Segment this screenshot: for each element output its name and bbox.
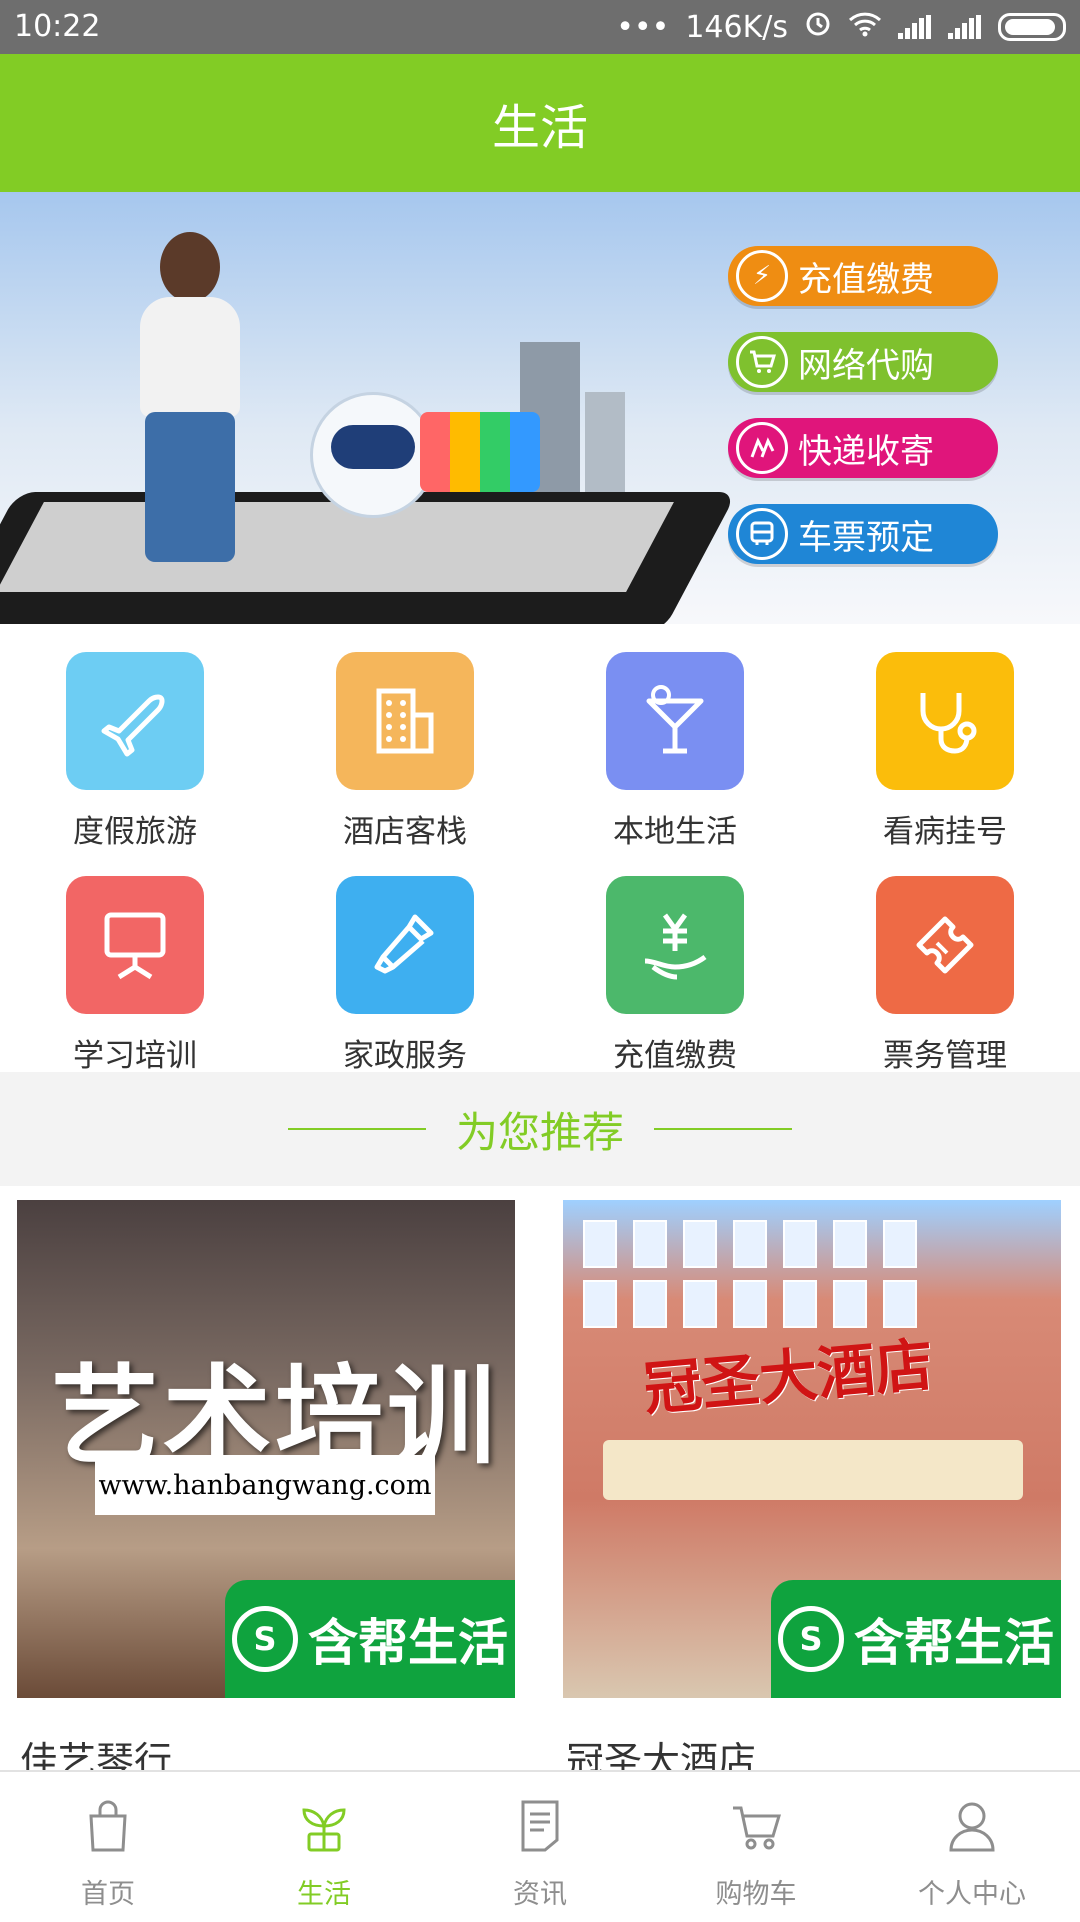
- card-url-text: www.hanbangwang.com: [95, 1455, 435, 1515]
- brand-text: 含帮生活: [854, 1614, 1054, 1672]
- promo-banner[interactable]: ⚡ 充值缴费 网络代购 快递收寄 车票预定: [0, 192, 1080, 624]
- document-icon: [515, 1798, 565, 1854]
- brand-logo-icon: S: [778, 1606, 844, 1672]
- category-label: 度假旅游: [73, 814, 197, 850]
- cart-icon: [731, 1798, 782, 1854]
- banner-phone-screen: [0, 502, 674, 592]
- category-local-life[interactable]: 本地生活: [540, 624, 810, 850]
- shopping-bag-icon: [83, 1798, 133, 1854]
- category-hospital[interactable]: 看病挂号: [810, 624, 1080, 850]
- category-label: 票务管理: [883, 1038, 1007, 1074]
- category-hotel[interactable]: 酒店客栈: [270, 624, 540, 850]
- tab-label: 购物车: [715, 1879, 797, 1910]
- airplane-icon: [66, 652, 204, 790]
- banner-pill-shopping[interactable]: 网络代购: [728, 332, 998, 392]
- presentation-icon: [66, 876, 204, 1014]
- banner-cart-illustration: [420, 402, 560, 512]
- status-dots: •••: [616, 9, 670, 45]
- tab-label: 首页: [81, 1879, 135, 1910]
- category-label: 本地生活: [613, 814, 737, 850]
- recommend-card-art-training[interactable]: 艺术培训 www.hanbangwang.com S 含帮生活: [17, 1200, 515, 1698]
- category-tickets[interactable]: 票务管理: [810, 848, 1080, 1074]
- category-training[interactable]: 学习培训: [0, 848, 270, 1074]
- tab-label: 资讯: [513, 1879, 567, 1910]
- category-label: 充值缴费: [613, 1038, 737, 1074]
- banner-pill-label: 充值缴费: [798, 259, 934, 300]
- alarm-icon: [804, 9, 832, 45]
- page-title: 生活: [491, 100, 588, 156]
- category-label: 学习培训: [73, 1038, 197, 1074]
- hotel-canopy: [603, 1440, 1023, 1500]
- brand-text: 含帮生活: [308, 1614, 508, 1672]
- category-label: 看病挂号: [883, 814, 1007, 850]
- category-vacation[interactable]: 度假旅游: [0, 624, 270, 850]
- bolt-icon: ⚡: [736, 250, 788, 302]
- yuan-hand-icon: [606, 876, 744, 1014]
- banner-person-illustration: [130, 232, 250, 562]
- recommend-title: 为您推荐: [455, 1107, 624, 1157]
- banner-pill-label: 车票预定: [798, 517, 934, 558]
- tab-home[interactable]: 首页: [0, 1772, 216, 1922]
- category-label: 酒店客栈: [343, 814, 467, 850]
- tab-cart[interactable]: 购物车: [648, 1772, 864, 1922]
- category-recharge[interactable]: 充值缴费: [540, 848, 810, 1074]
- banner-robot-illustration: [310, 392, 436, 518]
- ticket-icon: [876, 876, 1014, 1014]
- title-bar: 生活: [0, 54, 1080, 192]
- brand-badge: S 含帮生活: [225, 1580, 515, 1698]
- status-time: 10:22: [14, 9, 101, 44]
- banner-pill-label: 网络代购: [798, 345, 934, 386]
- signal-icon: [898, 15, 932, 39]
- wifi-icon: [848, 10, 882, 45]
- divider: [287, 1128, 426, 1130]
- tab-life[interactable]: 生活: [216, 1772, 432, 1922]
- banner-pill-ticket[interactable]: 车票预定: [728, 504, 998, 564]
- bus-icon: [736, 508, 788, 560]
- bottom-tab-bar: 首页 生活 资讯 购物车 个人中心: [0, 1770, 1080, 1922]
- tab-profile[interactable]: 个人中心: [864, 1772, 1080, 1922]
- person-icon: [947, 1798, 997, 1854]
- brand-badge: S 含帮生活: [771, 1580, 1061, 1698]
- status-icons: ••• 146K/s: [616, 9, 1066, 45]
- tab-label: 生活: [297, 1879, 351, 1910]
- recommend-header: 为您推荐: [0, 1072, 1080, 1186]
- tab-label: 个人中心: [918, 1879, 1026, 1910]
- cocktail-icon: [606, 652, 744, 790]
- divider: [654, 1128, 792, 1130]
- status-bar: 10:22 ••• 146K/s: [0, 0, 1080, 54]
- brand-logo-icon: S: [232, 1606, 298, 1672]
- signal-icon: [948, 15, 982, 39]
- stethoscope-icon: [876, 652, 1014, 790]
- category-label: 家政服务: [343, 1038, 467, 1074]
- cleaning-icon: [336, 876, 474, 1014]
- banner-pill-recharge[interactable]: ⚡ 充值缴费: [728, 246, 998, 306]
- card-overlay-text: 冠圣大酒店: [641, 1330, 936, 1424]
- category-grid: 度假旅游 酒店客栈 本地生活 看病挂号 学习培训 家政服务 充值缴费 票务管理: [0, 624, 1080, 1074]
- category-housekeeping[interactable]: 家政服务: [270, 848, 540, 1074]
- battery-icon: [998, 13, 1066, 41]
- network-speed: 146K/s: [685, 9, 788, 45]
- recommend-card-hotel[interactable]: 冠圣大酒店 S 含帮生活: [563, 1200, 1061, 1698]
- banner-pill-label: 快递收寄: [798, 431, 934, 472]
- sprout-icon: [299, 1798, 349, 1854]
- cart-icon: [736, 336, 788, 388]
- tab-news[interactable]: 资讯: [432, 1772, 648, 1922]
- building-icon: [336, 652, 474, 790]
- banner-pill-express[interactable]: 快递收寄: [728, 418, 998, 478]
- delivery-icon: [736, 422, 788, 474]
